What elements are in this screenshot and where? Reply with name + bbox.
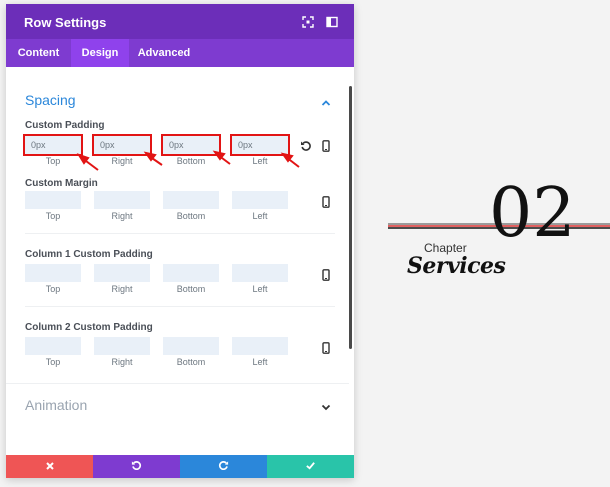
check-icon — [305, 458, 316, 476]
col1-padding-right-input[interactable] — [94, 264, 150, 282]
column1-padding-label: Column 1 Custom Padding — [25, 249, 153, 260]
undo-button[interactable] — [93, 455, 180, 478]
col1-left-label: Left — [252, 284, 268, 294]
col2-padding-left-input[interactable] — [232, 337, 288, 355]
redo-icon — [218, 458, 229, 476]
col2-padding-right-input[interactable] — [94, 337, 150, 355]
services-title: Services — [407, 253, 506, 279]
col2-padding-bottom-input[interactable] — [163, 337, 219, 355]
col1-right-label: Right — [111, 284, 133, 294]
close-icon — [45, 458, 55, 476]
col1-padding-bottom-input[interactable] — [163, 264, 219, 282]
modal-footer — [6, 455, 354, 478]
divider — [25, 233, 335, 234]
chapter-number: 02 — [489, 174, 576, 253]
margin-right-label: Right — [111, 211, 133, 221]
undo-icon — [131, 458, 142, 476]
col1-padding-left-input[interactable] — [232, 264, 288, 282]
col1-bottom-label: Bottom — [176, 284, 206, 294]
divider — [6, 383, 349, 384]
save-button[interactable] — [267, 455, 354, 478]
margin-top-label: Top — [45, 211, 61, 221]
margin-left-label: Left — [252, 211, 268, 221]
cancel-button[interactable] — [6, 455, 93, 478]
col1-padding-top-input[interactable] — [25, 264, 81, 282]
chevron-down-icon[interactable] — [320, 400, 332, 412]
col1-top-label: Top — [45, 284, 61, 294]
col2-right-label: Right — [111, 357, 133, 367]
redo-button[interactable] — [180, 455, 267, 478]
mobile-icon[interactable] — [320, 341, 332, 354]
col2-top-label: Top — [45, 357, 61, 367]
col2-padding-top-input[interactable] — [25, 337, 81, 355]
col2-left-label: Left — [252, 357, 268, 367]
margin-bottom-label: Bottom — [176, 211, 206, 221]
mobile-icon[interactable] — [320, 268, 332, 281]
annotation-arrows — [76, 150, 300, 171]
col2-bottom-label: Bottom — [176, 357, 206, 367]
animation-section-title[interactable]: Animation — [25, 397, 87, 413]
column2-padding-label: Column 2 Custom Padding — [25, 322, 153, 333]
divider — [25, 306, 335, 307]
